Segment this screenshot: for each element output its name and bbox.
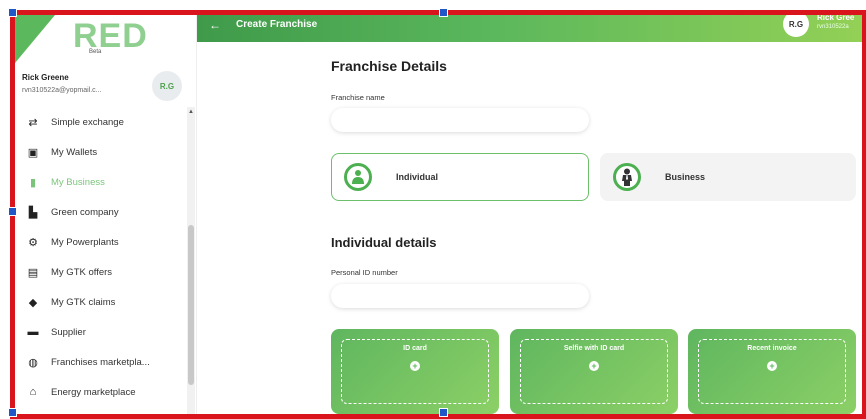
resize-handle-top[interactable] bbox=[439, 8, 448, 17]
app-logo: RED bbox=[73, 17, 148, 55]
sidebar-item-label: My GTK offers bbox=[51, 266, 113, 278]
truck-icon: ▬ bbox=[27, 326, 39, 338]
sidebar-item-my-wallets[interactable]: ▣ My Wallets bbox=[15, 137, 187, 167]
franchise-name-input[interactable] bbox=[331, 108, 589, 132]
upload-label: ID card bbox=[403, 345, 427, 352]
selection-frame-top bbox=[10, 10, 866, 15]
type-card-business[interactable]: Business bbox=[600, 153, 856, 201]
sidebar-item-my-gtk-claims[interactable]: ◆ My GTK claims bbox=[15, 287, 187, 317]
header-user-email: rvn310522a bbox=[817, 24, 849, 30]
sidebar-item-simple-exchange[interactable]: ⇄ Simple exchange bbox=[15, 107, 187, 137]
type-card-individual[interactable]: Individual bbox=[331, 153, 589, 201]
company-icon: ▙ bbox=[28, 206, 38, 219]
top-header: ← Create Franchise R.G Rick Gree rvn3105… bbox=[197, 11, 862, 42]
plus-icon[interactable]: + bbox=[767, 361, 777, 371]
scroll-up-icon[interactable]: ▲ bbox=[188, 109, 194, 115]
upload-recent-invoice[interactable]: Recent invoice + bbox=[688, 329, 856, 414]
exchange-icon: ⇄ bbox=[28, 116, 38, 129]
upload-label: Selfie with ID card bbox=[563, 345, 625, 352]
basket-icon: ⌂ bbox=[29, 386, 37, 398]
sidebar-user-name: Rick Greene bbox=[22, 73, 69, 82]
resize-handle-top-left[interactable] bbox=[8, 8, 17, 17]
franchise-name-label: Franchise name bbox=[331, 93, 385, 102]
resize-handle-bottom-left[interactable] bbox=[8, 408, 17, 417]
sidebar-item-label: My Powerplants bbox=[51, 236, 119, 248]
sidebar-item-label: My Business bbox=[51, 176, 105, 188]
sidebar-nav: ⇄ Simple exchange ▣ My Wallets ▮ My Busi… bbox=[15, 107, 190, 407]
business-icon: ▮ bbox=[29, 176, 37, 189]
resize-handle-bottom[interactable] bbox=[439, 408, 448, 417]
wallet-icon: ▣ bbox=[27, 146, 39, 159]
sidebar-item-green-company[interactable]: ▙ Green company bbox=[15, 197, 187, 227]
sidebar-item-label: My GTK claims bbox=[51, 296, 116, 308]
powerplant-icon: ⚙ bbox=[28, 236, 38, 249]
selection-frame-bottom bbox=[10, 414, 866, 419]
individual-details-title: Individual details bbox=[331, 235, 437, 250]
sidebar-item-label: Green company bbox=[51, 206, 119, 218]
sidebar: RED Beta Rick Greene rvn310522a@yopmail.… bbox=[15, 15, 197, 414]
sidebar-scrollbar[interactable]: ▲ bbox=[187, 107, 195, 414]
avatar[interactable]: R.G bbox=[152, 71, 182, 101]
sidebar-item-my-powerplants[interactable]: ⚙ My Powerplants bbox=[15, 227, 187, 257]
sidebar-item-label: Franchises marketpla... bbox=[51, 356, 150, 368]
claims-icon: ◆ bbox=[28, 296, 38, 309]
globe-icon: ◍ bbox=[28, 356, 38, 369]
type-label-individual: Individual bbox=[396, 172, 439, 182]
sidebar-item-supplier[interactable]: ▬ Supplier bbox=[15, 317, 187, 347]
plus-icon[interactable]: + bbox=[589, 361, 599, 371]
sidebar-user-email: rvn310522a@yopmail.c... bbox=[22, 87, 102, 94]
sidebar-item-my-business[interactable]: ▮ My Business bbox=[15, 167, 190, 197]
sidebar-item-energy-marketplace[interactable]: ⌂ Energy marketplace bbox=[15, 377, 187, 407]
sidebar-item-label: Energy marketplace bbox=[51, 386, 136, 398]
person-icon bbox=[344, 163, 372, 191]
page-title: Create Franchise bbox=[236, 19, 318, 30]
sidebar-item-label: Simple exchange bbox=[51, 116, 124, 128]
logo-corner-shape bbox=[15, 15, 55, 63]
upload-id-card[interactable]: ID card + bbox=[331, 329, 499, 414]
logo-subtitle: Beta bbox=[89, 49, 102, 55]
personal-id-label: Personal ID number bbox=[331, 268, 398, 277]
sidebar-item-my-gtk-offers[interactable]: ▤ My GTK offers bbox=[15, 257, 187, 287]
selection-frame-right bbox=[862, 10, 866, 419]
upload-label: Recent invoice bbox=[747, 345, 797, 352]
businessman-icon bbox=[613, 163, 641, 191]
plus-icon[interactable]: + bbox=[410, 361, 420, 371]
personal-id-input[interactable] bbox=[331, 284, 589, 308]
sidebar-item-label: My Wallets bbox=[51, 146, 98, 158]
sidebar-item-franchises-marketplace[interactable]: ◍ Franchises marketpla... bbox=[15, 347, 187, 377]
scrollbar-thumb[interactable] bbox=[188, 225, 194, 385]
offers-icon: ▤ bbox=[27, 266, 39, 279]
franchise-details-title: Franchise Details bbox=[331, 58, 447, 74]
arrow-left-icon[interactable]: ← bbox=[209, 18, 221, 32]
resize-handle-left[interactable] bbox=[8, 207, 17, 216]
sidebar-item-label: Supplier bbox=[51, 326, 86, 338]
type-label-business: Business bbox=[665, 172, 706, 182]
upload-selfie-with-id[interactable]: Selfie with ID card + bbox=[510, 329, 678, 414]
